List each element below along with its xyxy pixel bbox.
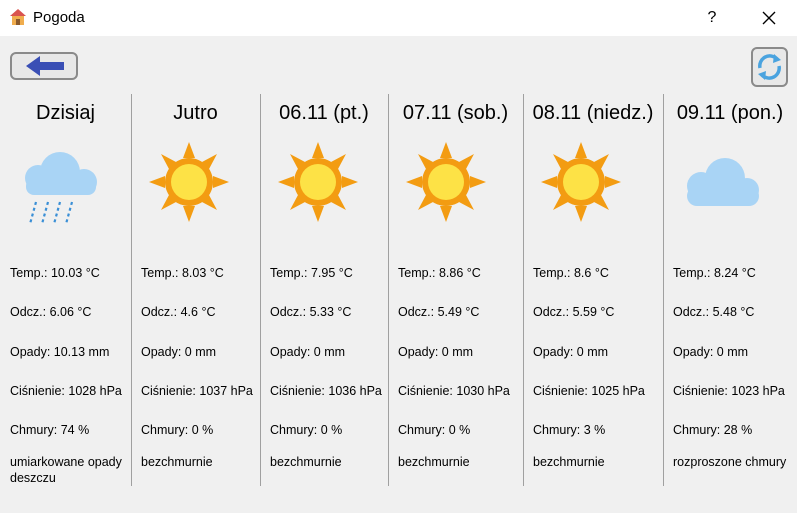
feels-like-label: Odcz.: 5.49 °C <box>398 305 480 319</box>
feels-like-label: Odcz.: 5.48 °C <box>673 305 755 319</box>
feels-like-label: Odcz.: 5.59 °C <box>533 305 615 319</box>
help-button[interactable]: ? <box>696 4 728 32</box>
day-column: 07.11 (sob.) Temp.: 8.86 °C Odcz.: 5.49 … <box>388 94 523 486</box>
temperature-label: Temp.: 8.03 °C <box>141 266 224 280</box>
rain-cloud-icon <box>25 152 97 224</box>
temperature-label: Temp.: 8.86 °C <box>398 266 481 280</box>
pressure-label: Ciśnienie: 1036 hPa <box>270 384 382 398</box>
pressure-label: Ciśnienie: 1025 hPa <box>533 384 645 398</box>
sun-icon <box>406 142 486 222</box>
temperature-label: Temp.: 8.24 °C <box>673 266 756 280</box>
precipitation-label: Opady: 10.13 mm <box>10 345 110 359</box>
refresh-button[interactable] <box>751 47 788 87</box>
cloud-icon <box>687 158 759 206</box>
clouds-label: Chmury: 3 % <box>533 423 606 437</box>
pressure-label: Ciśnienie: 1023 hPa <box>673 384 785 398</box>
arrow-left-icon <box>26 56 64 76</box>
temperature-label: Temp.: 10.03 °C <box>10 266 100 280</box>
day-title: 08.11 (niedz.) <box>532 102 654 124</box>
temperature-label: Temp.: 7.95 °C <box>270 266 353 280</box>
day-column: 08.11 (niedz.) Temp.: 8.6 °C Odcz.: 5.59… <box>523 94 663 486</box>
refresh-icon <box>758 54 781 80</box>
precipitation-label: Opady: 0 mm <box>270 345 346 359</box>
feels-like-label: Odcz.: 6.06 °C <box>10 305 92 319</box>
day-title: 09.11 (pon.) <box>676 102 784 124</box>
day-column: 09.11 (pon.) Temp.: 8.24 °C Odcz.: 5.48 … <box>663 94 797 486</box>
weather-description: bezchmurnie <box>270 455 342 469</box>
temperature-label: Temp.: 8.6 °C <box>533 266 609 280</box>
clouds-label: Chmury: 28 % <box>673 423 753 437</box>
pressure-label: Ciśnienie: 1030 hPa <box>398 384 510 398</box>
clouds-label: Chmury: 74 % <box>10 423 90 437</box>
clouds-label: Chmury: 0 % <box>141 423 214 437</box>
house-icon <box>10 9 26 25</box>
clouds-label: Chmury: 0 % <box>398 423 471 437</box>
day-title: Jutro <box>173 102 218 124</box>
day-title: Dzisiaj <box>36 102 95 124</box>
sun-icon <box>149 142 229 222</box>
feels-like-label: Odcz.: 5.33 °C <box>270 305 352 319</box>
pressure-label: Ciśnienie: 1037 hPa <box>141 384 253 398</box>
clouds-label: Chmury: 0 % <box>270 423 343 437</box>
sun-icon <box>541 142 621 222</box>
precipitation-label: Opady: 0 mm <box>673 345 749 359</box>
day-column: Dzisiaj Temp.: 10.03 °C Odcz.: 6.06 °C O… <box>0 94 131 486</box>
weather-description: bezchmurnie <box>533 455 605 469</box>
weather-description: umiarkowane opady deszczu <box>10 455 122 485</box>
precipitation-label: Opady: 0 mm <box>398 345 474 359</box>
day-title: 06.11 (pt.) <box>279 102 369 124</box>
feels-like-label: Odcz.: 4.6 °C <box>141 305 216 319</box>
window-title: Pogoda <box>33 9 85 26</box>
close-icon <box>762 11 776 25</box>
weather-description: rozproszone chmury <box>673 455 787 469</box>
precipitation-label: Opady: 0 mm <box>533 345 609 359</box>
pressure-label: Ciśnienie: 1028 hPa <box>10 384 122 398</box>
weather-description: bezchmurnie <box>398 455 470 469</box>
weather-description: bezchmurnie <box>141 455 213 469</box>
precipitation-label: Opady: 0 mm <box>141 345 217 359</box>
title-bar: Pogoda ? <box>0 0 797 36</box>
close-button[interactable] <box>752 4 786 32</box>
day-column: 06.11 (pt.) Temp.: 7.95 °C Odcz.: 5.33 °… <box>260 94 388 486</box>
day-column: Jutro Temp.: 8.03 °C Odcz.: 4.6 °C Opady… <box>131 94 260 486</box>
sun-icon <box>278 142 358 222</box>
day-title: 07.11 (sob.) <box>402 102 509 124</box>
back-button[interactable] <box>10 52 78 80</box>
